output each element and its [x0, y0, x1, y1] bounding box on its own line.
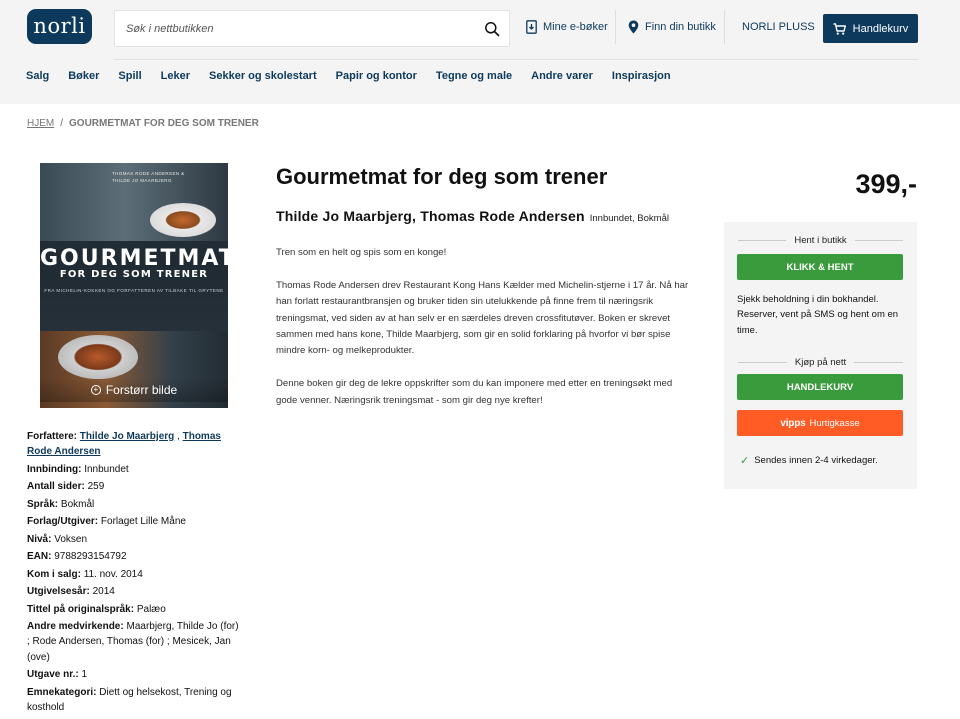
search-icon[interactable] [484, 21, 500, 37]
product-description: Tren som en helt og spis som en konge! T… [276, 245, 696, 425]
main-nav: Salg Bøker Spill Leker Sekker og skolest… [26, 70, 690, 82]
detail-row: Antall sider: 259 [27, 481, 105, 493]
click-and-collect-button[interactable]: KLIKK & HENT [737, 254, 903, 280]
my-ebooks-link[interactable]: Mine e-bøker [526, 10, 608, 44]
nav-item-spill[interactable]: Spill [118, 70, 141, 82]
nav-item-tegne[interactable]: Tegne og male [436, 70, 512, 82]
vipps-express-checkout-button[interactable]: vipps Hurtigkasse [737, 410, 903, 436]
cart-icon [833, 22, 846, 35]
breadcrumb-current: GOURMETMAT FOR DEG SOM TRENER [69, 118, 259, 129]
search-box [114, 10, 510, 47]
product-format: Innbundet, Bokmål [589, 213, 669, 224]
detail-row: Emnekategori: Diett og helsekost, Trenin… [27, 686, 232, 713]
buy-online-heading: Kjøp på nett [738, 356, 903, 368]
description-paragraph: Denne boken gir deg de lekre oppskrifter… [276, 378, 673, 406]
nav-item-inspirasjon[interactable]: Inspirasjon [612, 70, 671, 82]
breadcrumb-home[interactable]: HJEM [27, 118, 54, 129]
book-cover[interactable]: THOMAS RODE ANDERSEN & THILDE JO MAARBJE… [40, 163, 228, 408]
ebook-icon [526, 20, 537, 34]
product-title: Gourmetmat for deg som trener [276, 164, 608, 189]
nav-item-papir[interactable]: Papir og kontor [336, 70, 417, 82]
norli-logo[interactable]: norli [27, 9, 92, 44]
detail-row: Tittel på originalspråk: Palæo [27, 603, 166, 615]
store-note: Sjekk beholdning i din bokhandel. Reserv… [737, 294, 899, 336]
breadcrumb: HJEM / GOURMETMAT FOR DEG SOM TRENER [27, 118, 259, 129]
breadcrumb-separator: / [60, 118, 64, 129]
detail-row: Andre medvirkende: Maarbjerg, Thilde Jo … [27, 621, 239, 663]
vipps-logo: vipps [780, 417, 806, 429]
search-input[interactable] [115, 11, 475, 46]
product-price: 399,- [855, 169, 917, 199]
shipping-info: ✓ Sendes innen 2-4 virkedager. [740, 455, 878, 467]
cart-button[interactable]: Handlekurv [823, 14, 918, 43]
store-pickup-heading: Hent i butikk [738, 234, 903, 246]
add-to-cart-button[interactable]: HANDLEKURV [737, 374, 903, 400]
author-link[interactable]: Thilde Jo Maarbjerg [80, 431, 174, 442]
nav-item-sekker[interactable]: Sekker og skolestart [209, 70, 317, 82]
location-pin-icon [628, 20, 639, 34]
detail-row: EAN: 9788293154792 [27, 551, 127, 563]
cover-title: GOURMETMAT [40, 246, 228, 271]
enlarge-image-button[interactable]: + Forstørr bilde [40, 378, 228, 402]
cover-dish-image [150, 203, 216, 237]
detail-row: Kom i salg: 11. nov. 2014 [27, 568, 143, 580]
header-separator [114, 59, 918, 60]
site-header: norli Mine e-bøker Finn din butikk NORLI… [0, 0, 960, 104]
cover-subtitle: FOR DEG SOM TRENER [59, 269, 209, 280]
detail-row: Nivå: Voksen [27, 533, 88, 545]
header-divider [615, 10, 616, 44]
norli-plus-link[interactable]: NORLI PLUSS [742, 10, 815, 44]
detail-row-authors: Forfattere: Thilde Jo Maarbjerg , Thomas… [27, 431, 221, 458]
header-divider [724, 10, 725, 44]
nav-item-salg[interactable]: Salg [26, 70, 49, 82]
description-paragraph: Tren som en helt og spis som en konge! [276, 247, 447, 258]
cover-authors: THOMAS RODE ANDERSEN & THILDE JO MAARBJE… [112, 171, 185, 183]
detail-row: Innbinding: Innbundet [27, 463, 129, 475]
cover-dish-image [58, 335, 138, 379]
zoom-icon: + [90, 385, 101, 395]
detail-row: Utgave nr.: 1 [27, 669, 88, 681]
checkmark-icon: ✓ [740, 455, 750, 467]
nav-item-andre[interactable]: Andre varer [531, 70, 593, 82]
detail-row: Utgivelsesår: 2014 [27, 586, 115, 598]
find-store-link[interactable]: Finn din butikk [628, 10, 716, 44]
purchase-box: Hent i butikk KLIKK & HENT Sjekk beholdn… [724, 222, 917, 489]
product-details: Forfattere: Thilde Jo Maarbjerg , Thomas… [27, 429, 242, 717]
description-paragraph: Thomas Rode Andersen drev Restaurant Kon… [276, 279, 689, 357]
cover-tagline: FRA MICHELIN-KOKKEN OG FORFATTEREN AV TI… [44, 288, 224, 293]
author-names[interactable]: Thilde Jo Maarbjerg, Thomas Rode Anderse… [276, 208, 585, 224]
nav-item-leker[interactable]: Leker [161, 70, 190, 82]
detail-row: Språk: Bokmål [27, 498, 95, 510]
nav-item-boker[interactable]: Bøker [68, 70, 99, 82]
product-authors: Thilde Jo Maarbjerg, Thomas Rode Anderse… [276, 208, 669, 224]
detail-row: Forlag/Utgiver: Forlaget Lille Måne [27, 516, 186, 528]
